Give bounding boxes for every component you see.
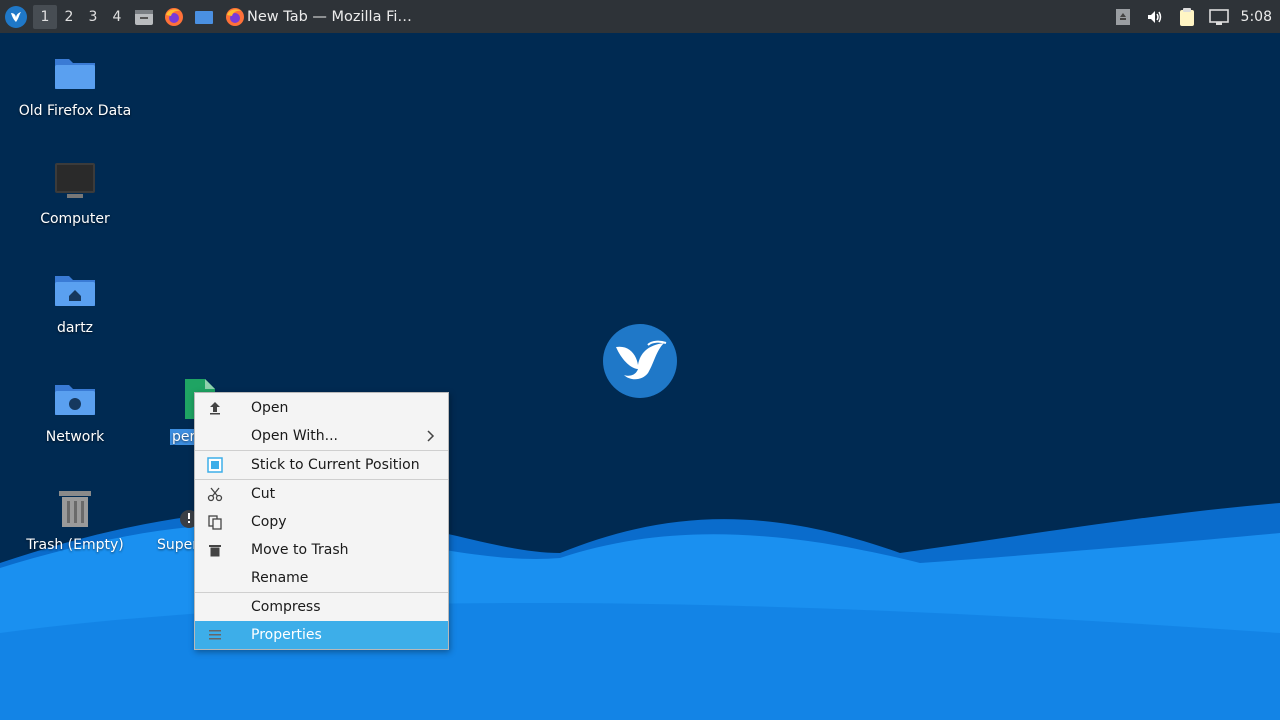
- menu-item-copy[interactable]: Copy: [195, 508, 448, 536]
- system-tray: 5:08: [1107, 0, 1280, 33]
- menu-item-open[interactable]: Open: [195, 394, 448, 422]
- firefox-icon: [165, 7, 183, 26]
- menu-item-cut[interactable]: Cut: [195, 480, 448, 508]
- file-manager-launcher[interactable]: [133, 6, 155, 28]
- menu-item-label: Compress: [251, 599, 321, 615]
- desktop-icon-script-file[interactable]: Super: [155, 487, 198, 553]
- network-folder-icon: [53, 379, 97, 423]
- workspace-2-button[interactable]: 2: [57, 5, 81, 29]
- menu-item-label: Open With...: [251, 428, 338, 444]
- context-menu: Open Open With... Stick to Current Posit…: [194, 392, 449, 650]
- desktop-icon-network[interactable]: Network: [15, 379, 135, 445]
- taskbar: 1 2 3 4 New Tab — Mozilla Fi… 5:08: [0, 0, 1280, 33]
- menu-item-open-with[interactable]: Open With...: [195, 422, 448, 450]
- file-manager-icon: [135, 9, 153, 25]
- taskbar-window-firefox[interactable]: New Tab — Mozilla Fi…: [225, 7, 412, 27]
- desktop-icon-computer[interactable]: Computer: [15, 161, 135, 227]
- desktop-icon: [195, 10, 213, 24]
- clipboard-icon: [1179, 7, 1194, 26]
- desktop-icon-label: Old Firefox Data: [18, 103, 132, 119]
- clock[interactable]: 5:08: [1241, 9, 1272, 25]
- desktop-icon-label: Trash (Empty): [26, 537, 124, 553]
- desktop[interactable]: Old Firefox Data Computer dartz Network …: [0, 33, 1280, 720]
- desktop-icon-dartz[interactable]: dartz: [15, 270, 135, 336]
- desktop-icon-label: Computer: [40, 211, 110, 227]
- computer-icon: [53, 161, 97, 205]
- desktop-icon-trash[interactable]: Trash (Empty): [15, 487, 135, 553]
- checkbox-icon[interactable]: [207, 457, 223, 473]
- firefox-launcher[interactable]: [163, 6, 185, 28]
- menu-item-label: Move to Trash: [251, 542, 349, 558]
- copy-icon: [208, 515, 222, 530]
- clipboard-button[interactable]: [1176, 6, 1198, 28]
- network-icon: [1208, 8, 1229, 25]
- open-icon: [210, 402, 220, 415]
- workspace-4-button[interactable]: 4: [105, 5, 129, 29]
- desktop-icon-old-firefox-data[interactable]: Old Firefox Data: [15, 53, 135, 119]
- chevron-right-icon: [427, 430, 435, 442]
- menu-item-rename[interactable]: Rename: [195, 564, 448, 592]
- menu-item-label: Copy: [251, 514, 287, 530]
- distro-logo: [603, 324, 677, 398]
- menu-item-label: Properties: [251, 627, 322, 643]
- desktop-icon-label: dartz: [56, 320, 94, 336]
- trash-can-icon: [209, 545, 221, 557]
- properties-icon: [209, 630, 221, 640]
- taskbar-left: 1 2 3 4 New Tab — Mozilla Fi…: [0, 0, 412, 33]
- menu-item-properties[interactable]: Properties: [195, 621, 448, 649]
- removable-drive-icon: [1115, 8, 1130, 25]
- taskbar-window-title: New Tab — Mozilla Fi…: [247, 8, 412, 25]
- workspace-3-button[interactable]: 3: [81, 5, 105, 29]
- app-menu-icon: [11, 11, 21, 22]
- menu-item-stick-to-current-position[interactable]: Stick to Current Position: [195, 451, 448, 479]
- network-button[interactable]: [1208, 6, 1230, 28]
- menu-item-compress[interactable]: Compress: [195, 593, 448, 621]
- removable-drive-button[interactable]: [1112, 6, 1134, 28]
- workspace-1-button[interactable]: 1: [33, 4, 57, 29]
- desktop-icon-label: Network: [45, 429, 105, 445]
- menu-item-label: Stick to Current Position: [251, 457, 420, 473]
- script-file-icon: [175, 487, 198, 531]
- folder-icon: [53, 53, 97, 97]
- menu-item-label: Cut: [251, 486, 276, 502]
- trash-icon: [53, 487, 97, 531]
- scissors-icon: [207, 487, 223, 502]
- volume-icon: [1147, 10, 1161, 23]
- show-desktop-launcher[interactable]: [193, 6, 215, 28]
- volume-button[interactable]: [1144, 6, 1166, 28]
- app-menu-button[interactable]: [5, 5, 27, 28]
- menu-item-label: Open: [251, 400, 289, 416]
- firefox-icon: [226, 7, 244, 26]
- home-folder-icon: [53, 270, 97, 314]
- menu-item-label: Rename: [251, 570, 309, 586]
- menu-item-move-to-trash[interactable]: Move to Trash: [195, 536, 448, 564]
